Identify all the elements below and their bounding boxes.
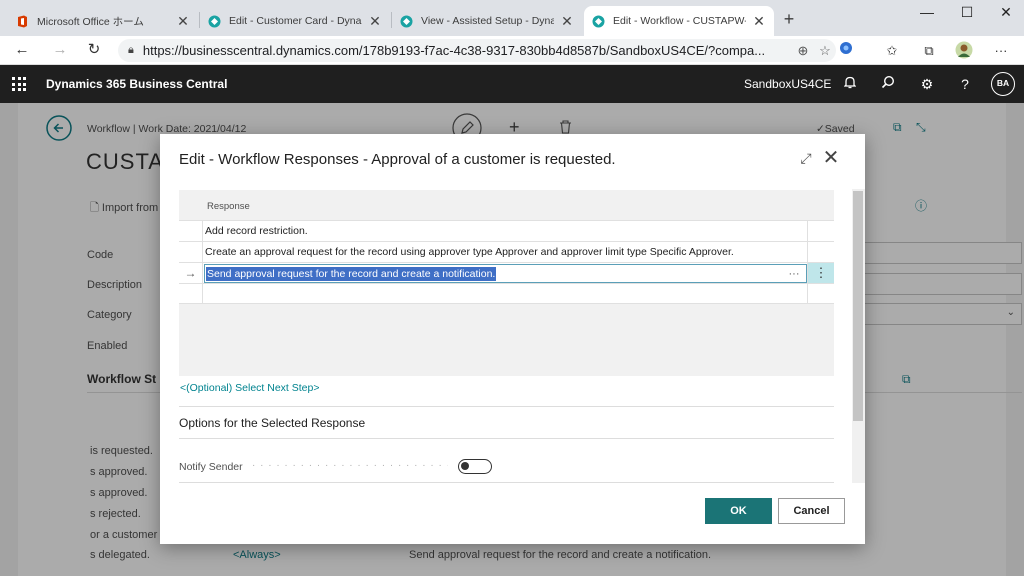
window-close-icon[interactable]: ✕ [994,4,1018,21]
response-cell[interactable] [203,284,807,303]
close-icon[interactable]: ✕ [821,148,841,168]
table-row-empty[interactable] [179,283,834,304]
back-arrow-icon[interactable]: ← [12,40,32,60]
toggle-knob [461,462,469,470]
tab-title: Edit - Workflow - CUSTAPW-01 - [613,15,746,27]
browser-tab-office[interactable]: Microsoft Office ホーム ✕ [8,6,198,36]
table-row-selected[interactable]: → Send approval request for the record a… [179,262,834,283]
divider [179,438,834,439]
cancel-button[interactable]: Cancel [778,498,845,524]
product-name: Dynamics 365 Business Central [46,77,228,91]
column-header-response[interactable]: Response [207,201,250,212]
close-icon[interactable]: ✕ [368,13,382,30]
divider [179,406,834,407]
profile-avatar[interactable] [954,41,974,61]
table-row[interactable]: Add record restriction. [179,220,834,241]
user-avatar[interactable]: BA [991,72,1015,96]
tab-title: Edit - Customer Card - Dynamics [229,15,362,27]
row-actions[interactable] [807,221,834,241]
response-cell-editor[interactable]: Send approval request for the record and… [203,263,807,283]
browser-extension-icon[interactable] [836,41,856,61]
tab-title: Microsoft Office ホーム [37,15,144,28]
lookup-ellipsis-icon[interactable]: ··· [782,264,806,284]
table-row[interactable]: Create an approval request for the recor… [179,241,834,262]
row-gutter[interactable] [179,221,203,241]
company-name[interactable]: SandboxUS4CE [744,77,831,91]
lock-icon: 🔒︎ [128,44,134,56]
browser-toolbar: ← → ↻ 🔒︎ https://businesscentral.dynamic… [0,36,1024,65]
dynamics-icon [592,15,605,27]
dynamics-icon [400,15,413,27]
workflow-responses-dialog: Edit - Workflow Responses - Approval of … [160,134,865,544]
url-text[interactable]: https://businesscentral.dynamics.com/178… [143,43,792,58]
close-icon[interactable]: ✕ [176,13,190,30]
app-launcher-icon[interactable] [12,77,26,91]
collections-icon[interactable]: ⧉ [919,41,939,61]
field-leader-dots: · · · · · · · · · · · · · · · · · · · · … [252,460,448,471]
selected-response-text[interactable]: Send approval request for the record and… [206,266,497,281]
row-menu-icon[interactable]: ⋮ [807,263,834,283]
tab-title: View - Assisted Setup - Dynamic [421,15,554,27]
dialog-title: Edit - Workflow Responses - Approval of … [179,151,616,168]
new-tab-button[interactable]: + [779,9,799,30]
office-icon [18,15,27,27]
current-row-arrow-icon: → [179,263,203,283]
minimize-icon[interactable]: — [915,4,939,20]
browser-tab-customer-card[interactable]: Edit - Customer Card - Dynamics ✕ [200,6,390,36]
ok-button[interactable]: OK [705,498,772,524]
favorites-icon[interactable]: ✩ [882,41,902,61]
maximize-icon[interactable]: ☐ [955,4,979,21]
bc-navbar: Dynamics 365 Business Central SandboxUS4… [0,65,1024,103]
forward-arrow-icon[interactable]: → [50,40,70,60]
notify-sender-toggle[interactable] [458,459,492,474]
browser-tab-workflow[interactable]: Edit - Workflow - CUSTAPW-01 - ✕ [584,6,774,36]
grid-rows: Add record restriction. Create an approv… [179,220,834,304]
expand-icon[interactable]: ⤢ [797,150,815,168]
select-next-step-link[interactable]: <(Optional) Select Next Step> [180,382,320,394]
address-bar[interactable]: 🔒︎ https://businesscentral.dynamics.com/… [118,39,836,62]
gear-icon[interactable]: ⚙ [917,74,937,94]
response-cell[interactable]: Add record restriction. [203,221,807,241]
browser-tab-bar: Microsoft Office ホーム ✕ Edit - Customer C… [0,0,1024,36]
dynamics-icon [208,15,221,27]
row-actions[interactable] [807,284,834,303]
response-cell[interactable]: Create an approval request for the recor… [203,242,807,262]
bell-icon[interactable] [840,74,860,94]
responses-grid: Response Add record restriction. Create … [179,190,834,376]
more-menu-icon[interactable]: ··· [991,41,1011,61]
row-gutter[interactable] [179,242,203,262]
divider [179,482,834,483]
close-icon[interactable]: ✕ [752,13,766,30]
close-icon[interactable]: ✕ [560,13,574,30]
help-icon[interactable]: ? [955,74,975,94]
search-icon[interactable] [878,74,898,94]
add-page-icon[interactable]: ⊕ [792,43,814,59]
browser-tab-assisted-setup[interactable]: View - Assisted Setup - Dynamic ✕ [392,6,582,36]
refresh-icon[interactable]: ↻ [84,40,104,60]
options-section-title[interactable]: Options for the Selected Response [179,416,365,430]
row-gutter[interactable] [179,284,203,303]
response-input[interactable]: Send approval request for the record and… [204,264,807,283]
scrollbar[interactable] [852,189,865,483]
scrollbar-thumb[interactable] [853,191,863,421]
favorite-star-icon[interactable]: ☆ [814,43,836,59]
notify-sender-label: Notify Sender [179,461,243,473]
row-actions[interactable] [807,242,834,262]
